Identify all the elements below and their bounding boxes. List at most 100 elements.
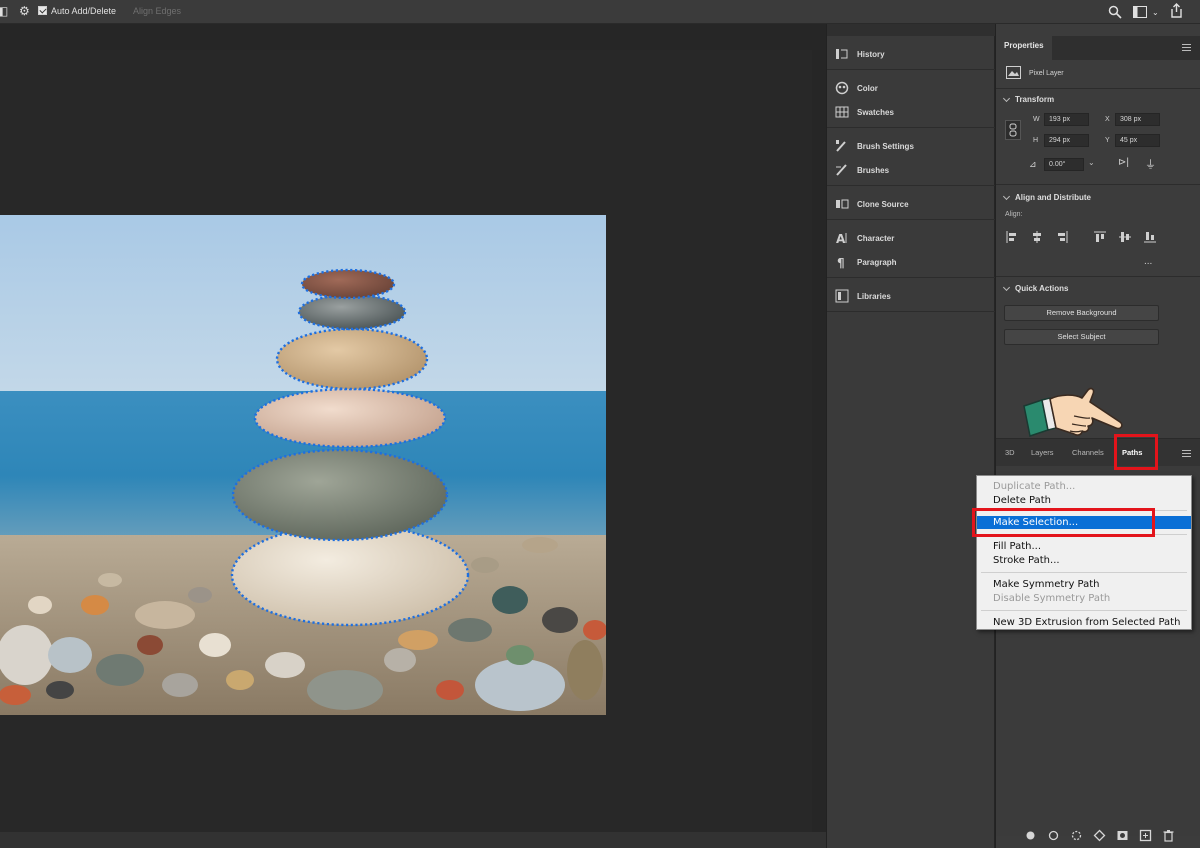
character-icon: A bbox=[836, 232, 847, 245]
quick-actions-title: Quick Actions bbox=[1015, 284, 1069, 293]
divider bbox=[827, 127, 995, 128]
dock-item-color[interactable]: Color bbox=[835, 80, 878, 96]
horizontal-scrollbar[interactable] bbox=[0, 832, 826, 848]
dock-item-label: History bbox=[857, 49, 885, 59]
divider bbox=[981, 572, 1187, 573]
tab-3d[interactable]: 3D bbox=[1005, 448, 1015, 457]
align-title: Align and Distribute bbox=[1015, 193, 1091, 202]
history-icon bbox=[836, 49, 848, 59]
tab-channels[interactable]: Channels bbox=[1072, 448, 1104, 457]
chevron-down-icon bbox=[1002, 192, 1011, 200]
load-selection-icon[interactable] bbox=[1070, 829, 1083, 842]
y-label: Y bbox=[1105, 137, 1110, 144]
search-icon[interactable] bbox=[1108, 5, 1122, 19]
dock-item-paragraph[interactable]: ¶ Paragraph bbox=[835, 254, 897, 270]
dock-item-history[interactable]: History bbox=[835, 46, 885, 62]
menu-item-make-symmetry-path[interactable]: Make Symmetry Path bbox=[977, 578, 1191, 591]
panel-menu-icon[interactable] bbox=[1182, 450, 1191, 457]
dock-item-clone-source[interactable]: Clone Source bbox=[835, 196, 909, 212]
menu-item-disable-symmetry-path[interactable]: Disable Symmetry Path bbox=[977, 592, 1191, 605]
dock-item-label: Character bbox=[857, 233, 895, 243]
divider bbox=[827, 219, 995, 220]
auto-add-delete-label: Auto Add/Delete bbox=[51, 6, 117, 16]
dock-item-brushes[interactable]: Brushes bbox=[835, 162, 889, 178]
angle-field[interactable]: 0.00° bbox=[1044, 158, 1084, 171]
stroke-path-icon[interactable] bbox=[1047, 829, 1060, 842]
pointing-hand-icon bbox=[1023, 387, 1123, 437]
transform-section-header[interactable]: Transform bbox=[1002, 94, 1054, 104]
share-icon[interactable] bbox=[1170, 3, 1183, 18]
tool-preset-icon[interactable]: ◧ bbox=[0, 4, 8, 18]
panel-menu-icon[interactable] bbox=[1182, 44, 1191, 51]
align-middle-icon[interactable] bbox=[1119, 231, 1131, 243]
tab-layers[interactable]: Layers bbox=[1031, 448, 1054, 457]
menu-item-stroke-path[interactable]: Stroke Path... bbox=[977, 554, 1191, 567]
paragraph-icon: ¶ bbox=[837, 256, 845, 269]
new-path-icon[interactable] bbox=[1139, 829, 1152, 842]
dock-item-label: Clone Source bbox=[857, 199, 909, 209]
svg-text:A: A bbox=[836, 232, 846, 245]
x-label: X bbox=[1105, 116, 1110, 123]
dock-item-swatches[interactable]: Swatches bbox=[835, 104, 894, 120]
fill-path-icon[interactable] bbox=[1024, 829, 1037, 842]
stone-stack-photo[interactable] bbox=[0, 215, 606, 715]
trash-icon[interactable] bbox=[1162, 829, 1175, 842]
color-icon bbox=[835, 81, 849, 95]
paths-panel-footer bbox=[996, 822, 1200, 848]
align-bottom-icon[interactable] bbox=[1144, 231, 1156, 243]
quick-actions-section-header[interactable]: Quick Actions bbox=[1002, 283, 1069, 293]
svg-text:¶: ¶ bbox=[837, 256, 845, 269]
align-center-icon[interactable] bbox=[1031, 231, 1043, 243]
dock-item-character[interactable]: A Character bbox=[835, 230, 894, 246]
dock-item-label: Swatches bbox=[857, 107, 894, 117]
width-label: W bbox=[1033, 116, 1040, 123]
link-icon[interactable] bbox=[1005, 120, 1021, 140]
auto-add-delete-checkbox[interactable] bbox=[38, 6, 47, 15]
dock-item-libraries[interactable]: Libraries bbox=[835, 288, 891, 304]
remove-background-button[interactable]: Remove Background bbox=[1004, 305, 1159, 321]
canvas-workspace[interactable] bbox=[0, 24, 826, 848]
dock-header[interactable] bbox=[827, 24, 995, 36]
options-bar: ◧ ⚙ Auto Add/Delete Align Edges ⌄ bbox=[0, 0, 1200, 24]
divider bbox=[827, 311, 995, 312]
divider bbox=[996, 184, 1200, 185]
flip-vertical-icon[interactable]: ⏚ bbox=[1145, 156, 1156, 172]
paths-context-menu: Duplicate Path... Delete Path Make Selec… bbox=[976, 475, 1192, 630]
divider bbox=[996, 276, 1200, 277]
swatches-icon bbox=[835, 106, 849, 118]
x-field[interactable]: 308 px bbox=[1115, 113, 1160, 126]
align-right-icon[interactable] bbox=[1056, 231, 1068, 243]
divider bbox=[981, 610, 1187, 611]
dock-item-brush-settings[interactable]: Brush Settings bbox=[835, 138, 914, 154]
gear-icon[interactable]: ⚙ bbox=[19, 4, 30, 18]
chevron-down-icon[interactable]: ⌄ bbox=[1152, 6, 1159, 20]
add-mask-icon[interactable] bbox=[1116, 829, 1129, 842]
select-subject-button[interactable]: Select Subject bbox=[1004, 329, 1159, 345]
clone-source-icon bbox=[836, 199, 849, 209]
menu-item-fill-path[interactable]: Fill Path... bbox=[977, 540, 1191, 553]
make-selection-highlight-box bbox=[972, 508, 1155, 537]
tab-properties[interactable]: Properties bbox=[996, 36, 1052, 60]
angle-icon: ⊿ bbox=[1029, 159, 1037, 169]
align-top-icon[interactable] bbox=[1094, 231, 1106, 243]
flip-horizontal-icon[interactable]: ⊳| bbox=[1118, 157, 1129, 168]
more-options-icon[interactable]: ... bbox=[1144, 256, 1152, 267]
menu-item-new-3d-extrusion[interactable]: New 3D Extrusion from Selected Path bbox=[977, 616, 1191, 629]
divider bbox=[827, 277, 995, 278]
width-field[interactable]: 193 px bbox=[1044, 113, 1089, 126]
properties-tab-bar: Properties bbox=[996, 36, 1200, 60]
chevron-down-icon[interactable]: ⌄ bbox=[1088, 158, 1095, 167]
divider bbox=[996, 88, 1200, 89]
make-work-path-icon[interactable] bbox=[1093, 829, 1106, 842]
align-section-header[interactable]: Align and Distribute bbox=[1002, 192, 1091, 202]
y-field[interactable]: 45 px bbox=[1115, 134, 1160, 147]
pixel-layer-icon bbox=[1006, 66, 1021, 79]
height-field[interactable]: 294 px bbox=[1044, 134, 1089, 147]
align-edges-label[interactable]: Align Edges bbox=[133, 6, 181, 16]
align-left-icon[interactable] bbox=[1006, 231, 1018, 243]
menu-item-duplicate-path[interactable]: Duplicate Path... bbox=[977, 480, 1191, 493]
menu-item-delete-path[interactable]: Delete Path bbox=[977, 494, 1191, 507]
divider bbox=[827, 185, 995, 186]
chevron-down-icon bbox=[1002, 283, 1011, 291]
workspace-icon[interactable] bbox=[1133, 6, 1147, 18]
